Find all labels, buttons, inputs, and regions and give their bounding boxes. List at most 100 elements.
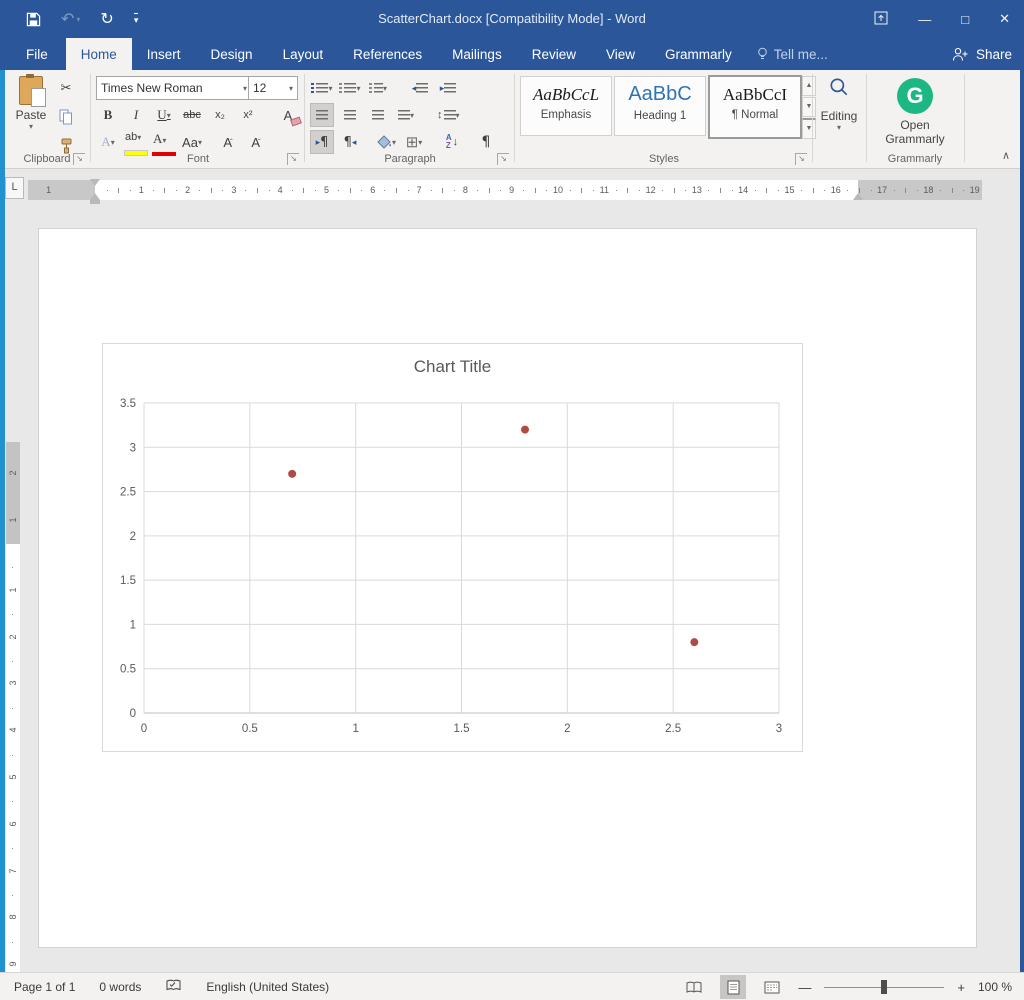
ruler-number: 3	[8, 676, 18, 690]
tab-mailings[interactable]: Mailings	[437, 38, 517, 70]
text-effects-button[interactable]: A▾	[96, 130, 120, 154]
web-layout-button[interactable]	[759, 975, 785, 999]
x-tick-label: 1	[352, 723, 358, 735]
clipboard-dialog-launcher[interactable]: ↘	[73, 153, 85, 165]
paste-button[interactable]: Paste ▾	[10, 74, 52, 162]
superscript-button[interactable]: x²	[236, 103, 260, 127]
ruler-tick	[847, 190, 848, 191]
tab-home[interactable]: Home	[66, 38, 132, 70]
data-point[interactable]	[690, 638, 698, 646]
change-case-button[interactable]: Aa▾	[180, 130, 204, 154]
zoom-in-button[interactable]: +	[957, 980, 965, 995]
font-color-button[interactable]: A▾	[152, 130, 176, 154]
styles-dialog-launcher[interactable]: ↘	[795, 153, 807, 165]
data-point[interactable]	[521, 426, 529, 434]
collapse-ribbon-button[interactable]: ∧	[1002, 149, 1010, 162]
read-mode-button[interactable]	[681, 975, 707, 999]
show-hide-marks-button[interactable]: ¶	[474, 130, 498, 154]
borders-button[interactable]: ⊞▾	[402, 130, 426, 154]
style-heading-1[interactable]: AaBbC Heading 1	[614, 76, 706, 136]
paragraph-dialog-launcher[interactable]: ↘	[497, 153, 509, 165]
strikethrough-button[interactable]: abc	[180, 103, 204, 127]
tab-insert[interactable]: Insert	[132, 38, 196, 70]
italic-button[interactable]: I	[124, 103, 148, 127]
ruler-tick	[130, 190, 131, 191]
editing-group: Editing ▾	[814, 70, 864, 168]
font-size-select[interactable]: 12 ▾	[248, 76, 298, 100]
zoom-slider-thumb[interactable]	[881, 980, 887, 994]
tab-view[interactable]: View	[591, 38, 650, 70]
tab-file[interactable]: File	[8, 38, 66, 70]
h-ruler[interactable]: 112345678910111213141516171819	[28, 180, 982, 200]
multilevel-list-button[interactable]: ▾	[366, 76, 390, 100]
paste-dropdown-arrow[interactable]: ▾	[10, 122, 52, 131]
editing-button[interactable]: Editing ▾	[814, 76, 864, 132]
decrease-indent-button[interactable]: ◂	[408, 76, 432, 100]
align-right-button[interactable]	[366, 103, 390, 127]
increase-indent-button[interactable]: ▸	[436, 76, 460, 100]
save-button[interactable]	[26, 12, 41, 27]
ruler-tick	[732, 190, 733, 191]
align-left-button[interactable]	[310, 103, 334, 127]
align-center-button[interactable]	[338, 103, 362, 127]
tab-design[interactable]: Design	[196, 38, 268, 70]
right-to-left-button[interactable]: ¶◂	[338, 130, 362, 154]
data-point[interactable]	[288, 470, 296, 478]
print-layout-button[interactable]	[720, 975, 746, 999]
bold-button[interactable]: B	[96, 103, 120, 127]
language-indicator[interactable]: English (United States)	[206, 980, 329, 994]
word-count[interactable]: 0 words	[99, 980, 141, 994]
zoom-slider[interactable]	[824, 980, 944, 994]
shrink-font-button[interactable]: Aˇ	[244, 130, 268, 154]
tab-layout[interactable]: Layout	[268, 38, 339, 70]
ribbon-display-options-button[interactable]	[874, 11, 888, 28]
style-normal[interactable]: AaBbCcI ¶ Normal	[708, 75, 802, 139]
font-dialog-launcher[interactable]: ↘	[287, 153, 299, 165]
justify-button[interactable]: ▾	[394, 103, 418, 127]
ruler-tick	[963, 190, 964, 191]
minimize-button[interactable]: —	[918, 12, 931, 27]
v-ruler[interactable]: 2112345678910111213	[6, 442, 20, 1000]
redo-button[interactable]: ↻	[100, 9, 113, 29]
grow-font-button[interactable]: Aˆ	[216, 130, 240, 154]
tab-references[interactable]: References	[338, 38, 437, 70]
close-button[interactable]: ✕	[999, 11, 1010, 27]
clear-formatting-button[interactable]: A	[276, 103, 300, 127]
ruler-tick	[570, 190, 571, 191]
left-indent-marker[interactable]	[90, 200, 100, 204]
undo-button[interactable]: ↶▾	[61, 9, 80, 29]
tab-grammarly[interactable]: Grammarly	[650, 38, 747, 70]
tab-review[interactable]: Review	[517, 38, 591, 70]
customize-qat-button[interactable]: ▾	[134, 13, 139, 26]
chart-object[interactable]: Chart Title 00.511.522.533.500.511.522.5…	[102, 343, 803, 752]
style-emphasis[interactable]: AaBbCcL Emphasis	[520, 76, 612, 136]
zoom-level[interactable]: 100 %	[978, 980, 1012, 994]
cut-button[interactable]: ✂	[54, 76, 78, 100]
left-to-right-button[interactable]: ▸¶	[310, 130, 334, 154]
sort-button[interactable]: AZ ↓	[440, 130, 464, 154]
maximize-button[interactable]: □	[961, 12, 969, 27]
font-family-select[interactable]: Times New Roman ▾	[96, 76, 252, 100]
open-grammarly-button[interactable]: G Open Grammarly	[868, 76, 962, 146]
zoom-out-button[interactable]: —	[798, 980, 811, 995]
page-indicator[interactable]: Page 1 of 1	[14, 980, 75, 994]
hanging-indent-marker[interactable]	[90, 193, 100, 200]
first-line-indent-marker[interactable]	[90, 179, 100, 186]
ruler-tick	[257, 188, 258, 193]
bullets-button[interactable]: ▾	[310, 76, 334, 100]
share-button[interactable]: Share	[952, 38, 1012, 70]
numbering-button[interactable]: ▾	[338, 76, 362, 100]
line-spacing-button[interactable]: ↕▾	[436, 103, 461, 127]
subscript-button[interactable]: x₂	[208, 103, 232, 127]
right-indent-marker[interactable]	[853, 193, 863, 200]
document-area[interactable]: 2112345678910111213 Chart Title 00.511.5…	[0, 214, 1024, 972]
ruler-tick	[12, 801, 13, 802]
shading-button[interactable]: ▾	[374, 130, 398, 154]
tab-selector[interactable]: L	[5, 177, 24, 199]
copy-button[interactable]	[54, 105, 78, 129]
highlight-color-button[interactable]: ab▾	[124, 130, 148, 154]
proofing-status[interactable]	[165, 979, 182, 995]
document-page[interactable]: Chart Title 00.511.522.533.500.511.522.5…	[38, 228, 977, 948]
underline-button[interactable]: U▾	[152, 103, 176, 127]
tell-me-box[interactable]: Tell me...	[747, 38, 838, 70]
